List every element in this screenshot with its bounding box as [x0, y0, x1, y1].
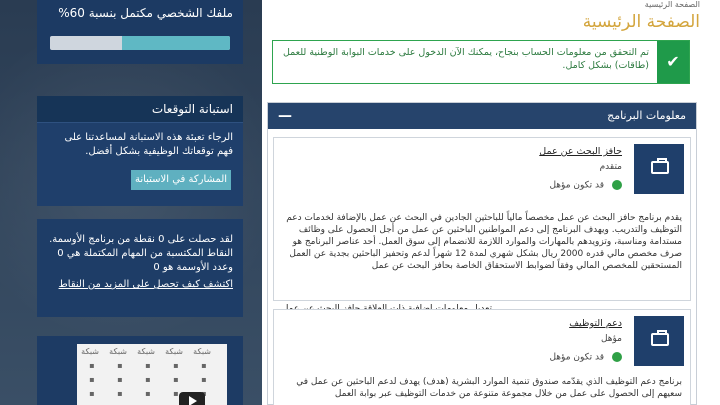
program-thumbnail: [634, 144, 684, 194]
video-tile: شبكة: [193, 347, 211, 356]
points-tasks-text: النقاط المكتسبة من المهام المكتملة هي 0 …: [57, 248, 233, 273]
video-tile: ▪: [89, 361, 95, 370]
program-thumbnail: [634, 316, 684, 366]
status-dot-icon: [612, 180, 622, 190]
collapse-icon[interactable]: —: [278, 103, 292, 129]
play-icon[interactable]: [179, 392, 205, 405]
status-dot-icon: [612, 352, 622, 362]
points-earned-text: لقد حصلت على 0 نقطة من برنامج الأوسمة.: [49, 234, 233, 245]
video-tile: ▪: [201, 375, 207, 384]
video-tile: ▪: [89, 389, 95, 398]
breadcrumb[interactable]: الصفحة الرئيسية: [645, 0, 700, 9]
program-card: حافز البحث عن عمل متقدم قد تكون مؤهل يقد…: [273, 137, 691, 314]
program-name-link[interactable]: حافز البحث عن عمل: [539, 146, 622, 157]
video-tile: ▪: [117, 375, 123, 384]
program-level: متقدم: [599, 162, 622, 172]
check-icon: ✔: [657, 41, 689, 83]
program-card: دعم التوظيف مؤهل قد تكون مؤهل برنامج دعم…: [273, 309, 691, 405]
video-tile: شبكة: [137, 347, 155, 356]
profile-completion-title: ملفك الشخصي مكتمل بنسبة 60%: [58, 6, 233, 20]
video-tile: ▪: [89, 375, 95, 384]
points-card: لقد حصلت على 0 نقطة من برنامج الأوسمة. ا…: [37, 219, 243, 317]
profile-completion-card: ملفك الشخصي مكتمل بنسبة 60%: [37, 0, 243, 64]
video-tile: شبكة: [81, 347, 99, 356]
program-status: قد تكون مؤهل: [549, 180, 622, 191]
video-tile: شبكة: [165, 347, 183, 356]
section-title: معلومات البرنامج: [607, 109, 686, 122]
briefcase-icon: [651, 158, 669, 174]
survey-title: استبانة التوقعات: [37, 96, 243, 123]
program-status: قد تكون مؤهل: [549, 352, 622, 363]
video-card: شبكةشبكةشبكةشبكةشبكة▪▪▪▪▪▪▪▪▪▪▪▪▪▪▪: [37, 336, 243, 405]
video-tile: ▪: [145, 389, 151, 398]
program-name-link[interactable]: دعم التوظيف: [569, 318, 622, 329]
program-level: مؤهل: [600, 334, 622, 344]
page-title: الصفحة الرئيسية: [582, 12, 700, 32]
survey-card: استبانة التوقعات الرجاء تعبئة هذه الاستب…: [37, 96, 243, 206]
points-learn-more-link[interactable]: اكتشف كيف تحصل على المزيد من النقاط: [37, 275, 243, 290]
video-tile: ▪: [117, 389, 123, 398]
video-tile: ▪: [117, 361, 123, 370]
video-tile: ▪: [201, 361, 207, 370]
section-header[interactable]: معلومات البرنامج —: [268, 103, 696, 129]
video-thumbnail[interactable]: شبكةشبكةشبكةشبكةشبكة▪▪▪▪▪▪▪▪▪▪▪▪▪▪▪: [77, 344, 227, 405]
program-description: يقدم برنامج حافز البحث عن عمل مخصصاً مال…: [286, 213, 682, 271]
video-tile: ▪: [173, 375, 179, 384]
success-alert: ✔ تم التحقق من معلومات الحساب بنجاح، يمك…: [272, 40, 690, 84]
video-tile: ▪: [173, 361, 179, 370]
briefcase-icon: [651, 330, 669, 346]
video-tile: ▪: [145, 361, 151, 370]
points-text: لقد حصلت على 0 نقطة من برنامج الأوسمة. ا…: [37, 219, 243, 275]
video-tile: ▪: [145, 375, 151, 384]
program-status-text: قد تكون مؤهل: [549, 180, 604, 191]
main-content: الصفحة الرئيسية الصفحة الرئيسية ✔ تم الت…: [262, 0, 720, 405]
survey-text: الرجاء تعبئة هذه الاستبانة لمساعدتنا على…: [64, 132, 234, 157]
profile-progress-bar: [50, 36, 230, 50]
program-description: برنامج دعم التوظيف الذي يقدّمه صندوق تنم…: [296, 377, 682, 399]
video-tile: شبكة: [109, 347, 127, 356]
program-status-text: قد تكون مؤهل: [549, 352, 604, 363]
alert-text: تم التحقق من معلومات الحساب بنجاح، يمكنك…: [282, 47, 649, 71]
profile-progress-fill: [122, 36, 230, 50]
program-info-section: معلومات البرنامج — حافز البحث عن عمل متق…: [267, 102, 697, 405]
survey-participate-button[interactable]: المشاركة في الاستبانة: [131, 170, 231, 190]
